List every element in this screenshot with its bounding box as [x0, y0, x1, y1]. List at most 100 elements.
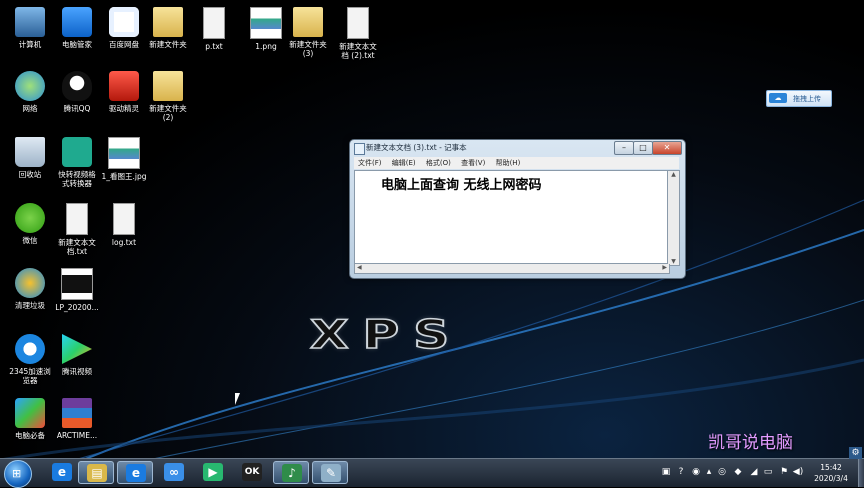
taskbar-button[interactable]: ∞ — [156, 461, 192, 484]
clock-time: 15:42 — [820, 463, 842, 472]
taskbar-button[interactable]: ✎ — [312, 461, 348, 484]
desktop-icon[interactable]: 1.png — [243, 7, 289, 51]
menu-view[interactable]: 查看(V) — [457, 157, 489, 169]
desktop-icon[interactable]: 电脑必备 — [7, 398, 53, 440]
desktop-icon[interactable]: 微信 — [7, 203, 53, 245]
desktop-icon-label: 回收站 — [18, 170, 42, 179]
ie-window-icon: e — [126, 464, 146, 482]
desktop-icon-label: LP_20200... — [55, 303, 99, 312]
taskbar: ⊞ e ▤ e ∞ ▶ OK ♪ ✎ ▣ ? ◉ ▴ ◎ ◆ ◢ ▭ ⚑ ◀) 15:42 2… — [0, 458, 864, 488]
taskbar-button[interactable]: OK — [234, 461, 270, 484]
desktop-icon-label: 电脑管家 — [62, 40, 92, 49]
shield-icon — [62, 7, 92, 37]
penguin-icon — [62, 71, 92, 101]
desktop-icon-label: 微信 — [22, 236, 38, 245]
menu-edit[interactable]: 编辑(E) — [388, 157, 420, 169]
desktop-icon[interactable]: 电脑管家 — [54, 7, 100, 49]
tray-wifi-icon[interactable]: ◢ — [748, 466, 760, 478]
desktop-icon[interactable]: p.txt — [191, 7, 237, 51]
baidu-netdisk-icon: ∞ — [164, 463, 184, 481]
desktop-icon[interactable]: 快转视频格 式转换器 — [54, 137, 100, 188]
ie-icon: e — [52, 463, 72, 481]
desktop-icon[interactable]: 清理垃圾 — [7, 268, 53, 310]
notepad-window[interactable]: 新建文本文档 (3).txt - 记事本 – □ ✕ 文件(F) 编辑(E) 格… — [349, 139, 686, 279]
windows-logo-icon: ⊞ — [12, 467, 22, 480]
desktop-icon-label: 腾讯QQ — [63, 104, 91, 113]
tray-battery-icon[interactable]: ▭ — [762, 466, 774, 478]
taskbar-button[interactable]: ▤ — [78, 461, 114, 484]
desktop-icon[interactable]: 百度网盘 — [101, 7, 147, 49]
desktop-icon[interactable]: 新建文件夹 — [145, 7, 191, 49]
clock-date: 2020/3/4 — [814, 474, 848, 483]
file-explorer-icon: ▤ — [87, 464, 107, 482]
recycle-bin-icon — [15, 137, 45, 167]
start-button[interactable]: ⊞ — [4, 460, 32, 488]
vertical-scrollbar[interactable]: ▲ ▼ — [668, 170, 680, 266]
minimize-button[interactable]: – — [614, 141, 634, 155]
taskbar-button[interactable]: ▶ — [195, 461, 231, 484]
cloud-upload-icon: ☁ — [769, 93, 787, 103]
desktop-icon[interactable]: 回收站 — [7, 137, 53, 179]
toolbox-icon — [15, 398, 45, 428]
desktop-icon-label: log.txt — [111, 238, 137, 247]
desktop-icon-label: 计算机 — [18, 40, 42, 49]
tray-help-icon[interactable]: ? — [675, 466, 687, 478]
taskbar-button[interactable]: ♪ — [273, 461, 309, 484]
desktop-icon[interactable]: LP_20200... — [54, 268, 100, 312]
video-player-icon — [62, 334, 92, 364]
browser-icon — [15, 334, 45, 364]
tray-expand-icon[interactable]: ▴ — [703, 466, 715, 478]
desktop-icon[interactable]: 新建文件夹 (3) — [285, 7, 331, 58]
scroll-right-icon[interactable]: ▶ — [662, 264, 667, 271]
tray-qq-icon[interactable]: ◉ — [690, 466, 702, 478]
tray-security-icon[interactable]: ◆ — [732, 466, 744, 478]
desktop-icon[interactable]: 2345加速浏 览器 — [7, 334, 53, 385]
driver-icon — [109, 71, 139, 101]
desktop: 计算机 电脑管家 百度网盘 新建文件夹 p.txt 1.png 新建文件夹 (3) 新建文本文… — [0, 0, 864, 458]
menu-format[interactable]: 格式(O) — [422, 157, 455, 169]
image-file-icon — [108, 137, 140, 169]
taskbar-button[interactable]: e — [44, 461, 80, 484]
tray-user-icon[interactable]: ▣ — [660, 466, 672, 478]
settings-gear-icon[interactable]: ⚙ — [849, 447, 862, 459]
show-desktop-button[interactable] — [858, 459, 864, 487]
notepad-title: 新建文本文档 (3).txt - 记事本 — [366, 143, 467, 152]
xps-logo: XPS — [309, 311, 464, 358]
desktop-icon[interactable]: 新建文件夹 (2) — [145, 71, 191, 122]
computer-icon — [15, 7, 45, 37]
taskbar-button[interactable]: e — [117, 461, 153, 484]
watermark: 凯哥说电脑 — [708, 433, 793, 453]
desktop-icon[interactable]: 新建文本文 档 (2).txt — [335, 7, 381, 60]
menu-file[interactable]: 文件(F) — [354, 157, 386, 169]
desktop-icon[interactable]: log.txt — [101, 203, 147, 247]
scroll-left-icon[interactable]: ◀ — [357, 264, 362, 271]
maximize-button[interactable]: □ — [633, 141, 653, 155]
tray-volume-icon[interactable]: ◀) — [792, 466, 804, 478]
desktop-icon[interactable]: 腾讯QQ — [54, 71, 100, 113]
scroll-up-icon[interactable]: ▲ — [668, 171, 679, 178]
menu-help[interactable]: 帮助(H) — [492, 157, 525, 169]
folder-icon — [153, 71, 183, 101]
desktop-icon-label: 电脑必备 — [15, 431, 45, 440]
tray-network-monitor-icon[interactable]: ◎ — [716, 466, 728, 478]
text-file-icon — [347, 7, 369, 39]
horizontal-scrollbar[interactable]: ◀ ▶ — [354, 264, 670, 274]
desktop-icon-label: 1_看图王.jpg — [101, 172, 147, 181]
desktop-icon[interactable]: 新建文本文 档.txt — [54, 203, 100, 256]
tencent-video-icon: ▶ — [203, 463, 223, 481]
desktop-icon[interactable]: 1_看图王.jpg — [101, 137, 147, 181]
desktop-icon[interactable]: 腾讯视频 — [54, 334, 100, 376]
desktop-icon[interactable]: 驱动精灵 — [101, 71, 147, 113]
system-clock[interactable]: 15:42 2020/3/4 — [808, 462, 854, 484]
desktop-icon[interactable]: 网络 — [7, 71, 53, 113]
desktop-icon[interactable]: 计算机 — [7, 7, 53, 49]
notepad-text-area[interactable]: 电脑上面查询 无线上网密码 — [354, 170, 668, 264]
close-button[interactable]: ✕ — [652, 141, 682, 155]
desktop-icon-label: 驱动精灵 — [109, 104, 139, 113]
desktop-icon-label: 新建文件夹 — [149, 40, 187, 49]
desktop-icon[interactable]: ARCTIME... — [54, 398, 100, 440]
drag-upload-button[interactable]: ☁ 拖拽上传 — [766, 90, 832, 107]
folder-icon — [293, 7, 323, 37]
desktop-icon-label: 新建文本文 档 (2).txt — [339, 42, 377, 60]
tray-flag-icon[interactable]: ⚑ — [778, 466, 790, 478]
